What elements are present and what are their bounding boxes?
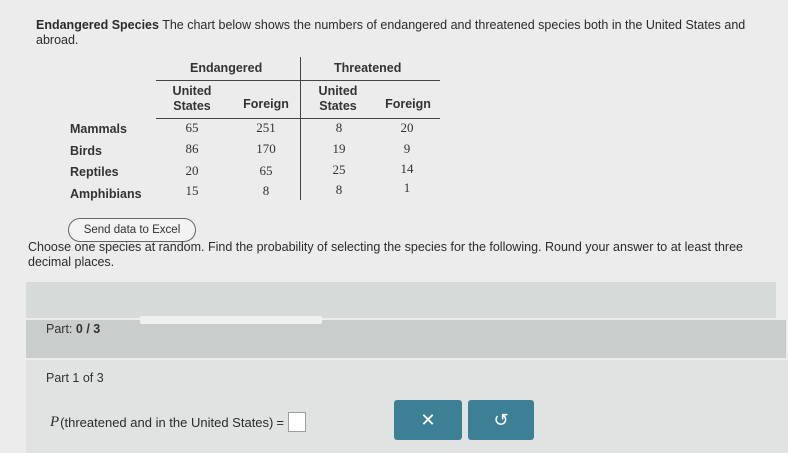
equals-sign: = [276, 414, 284, 430]
group-header-endangered: Endangered [190, 61, 263, 75]
table-cell: 14 [400, 161, 414, 176]
table-cell: 20 [400, 120, 414, 135]
table-cell: 65 [259, 163, 273, 178]
progress-band [26, 282, 776, 318]
row-label-reptiles: Reptiles [70, 165, 119, 179]
send-to-excel-button[interactable]: Send data to Excel [68, 218, 196, 242]
probability-expression: P (threatened and in the United States) … [50, 412, 306, 432]
undo-button[interactable]: ↺ [468, 400, 534, 440]
group-header-threatened: Threatened [334, 61, 402, 75]
table-cell: 8 [335, 182, 343, 197]
table-cell: 20 [185, 163, 199, 178]
col-header-threatened-foreign: Foreign [385, 97, 431, 111]
close-icon: ✕ [420, 410, 436, 430]
species-table: Endangered Threatened United States Fore… [0, 0, 788, 210]
group-divider [300, 57, 301, 200]
table-cell: 15 [185, 183, 199, 198]
table-cell: 251 [256, 120, 276, 135]
row-label-mammals: Mammals [70, 122, 127, 136]
table-cell: 8 [335, 120, 343, 135]
row-label-birds: Birds [70, 144, 102, 158]
table-cell: 8 [262, 183, 270, 198]
row-label-amphibians: Amphibians [70, 187, 142, 201]
table-cell: 9 [403, 141, 411, 156]
probability-symbol: P [50, 413, 60, 430]
table-cell: 65 [185, 120, 199, 135]
col-header-threatened-us: United States [318, 84, 358, 113]
body-divider [156, 118, 440, 119]
col-header-endangered-us: United States [172, 84, 212, 113]
part-progress-value: 0 / 3 [75, 322, 101, 336]
current-part-label: Part 1 of 3 [46, 371, 104, 385]
table-cell: 170 [256, 141, 276, 156]
probability-event: (threatened and in the United States) [60, 414, 274, 430]
table-cell: 25 [332, 162, 346, 177]
table-cell: 19 [332, 141, 346, 156]
clear-button[interactable]: ✕ [394, 400, 462, 440]
progress-bar [140, 316, 322, 324]
table-cell: 1 [403, 180, 411, 195]
part-progress: Part: 0 / 3 [46, 322, 100, 336]
answer-input[interactable] [287, 412, 306, 432]
part-progress-label: Part: [46, 322, 73, 336]
table-cell: 86 [185, 141, 199, 156]
undo-icon: ↺ [493, 410, 509, 430]
col-header-endangered-foreign: Foreign [243, 97, 289, 111]
header-divider [156, 80, 440, 81]
question-text: Choose one species at random. Find the p… [28, 240, 743, 269]
part-band [26, 320, 786, 358]
